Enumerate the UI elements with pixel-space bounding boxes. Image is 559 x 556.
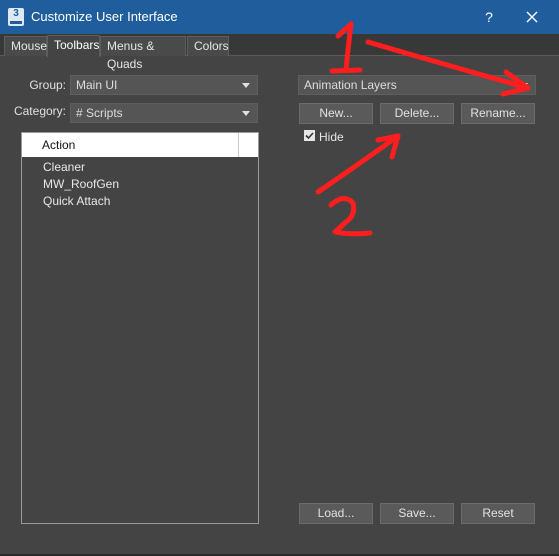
help-icon: ? [485, 9, 493, 25]
app-icon-strip [10, 21, 22, 24]
category-label: Category: [13, 104, 66, 118]
close-icon [526, 11, 538, 23]
annotation-arrow-2 [315, 133, 401, 195]
rename-button[interactable]: Rename... [461, 103, 535, 124]
tab-bar: Mouse Toolbars Menus & Quads Colors [0, 34, 559, 71]
tab-toolbars[interactable]: Toolbars [47, 35, 100, 57]
annotation-digit-2 [328, 196, 373, 237]
delete-button[interactable]: Delete... [380, 103, 454, 124]
chevron-down-icon [242, 83, 250, 88]
checkmark-icon [305, 132, 314, 140]
new-button[interactable]: New... [299, 103, 373, 124]
list-item[interactable]: Cleaner [43, 160, 85, 174]
category-dropdown-value: # Scripts [76, 106, 123, 120]
tab-mouse[interactable]: Mouse [4, 36, 47, 56]
window-title: Customize User Interface [31, 9, 178, 24]
app-icon: 3 [8, 8, 24, 26]
tab-colors[interactable]: Colors [187, 36, 229, 56]
toolbar-dropdown[interactable]: Animation Layers [298, 75, 536, 95]
list-item[interactable]: Quick Attach [43, 194, 110, 208]
column-separator [238, 133, 239, 157]
toolbar-dropdown-value: Animation Layers [304, 78, 397, 92]
load-button[interactable]: Load... [299, 503, 373, 524]
save-button[interactable]: Save... [380, 503, 454, 524]
tab-menus-quads[interactable]: Menus & Quads [100, 36, 186, 71]
group-dropdown[interactable]: Main UI [70, 75, 258, 95]
category-dropdown[interactable]: # Scripts [70, 103, 258, 123]
hide-checkbox[interactable] [304, 130, 315, 141]
app-icon-number: 3 [13, 8, 19, 19]
group-dropdown-value: Main UI [76, 78, 118, 92]
column-header-action: Action [42, 138, 76, 152]
hide-label: Hide [319, 130, 344, 144]
action-list[interactable]: Action Cleaner MW_RoofGen Quick Attach [21, 132, 259, 524]
list-header[interactable]: Action [22, 133, 258, 157]
chevron-down-icon [520, 83, 528, 88]
chevron-down-icon [242, 111, 250, 116]
reset-button[interactable]: Reset [461, 503, 535, 524]
close-button[interactable] [521, 6, 543, 28]
list-item[interactable]: MW_RoofGen [43, 177, 119, 191]
group-label: Group: [29, 78, 66, 92]
annotation-arrowhead-2 [375, 133, 401, 160]
title-bar: 3 Customize User Interface ? [0, 0, 559, 34]
help-button[interactable]: ? [478, 6, 500, 28]
